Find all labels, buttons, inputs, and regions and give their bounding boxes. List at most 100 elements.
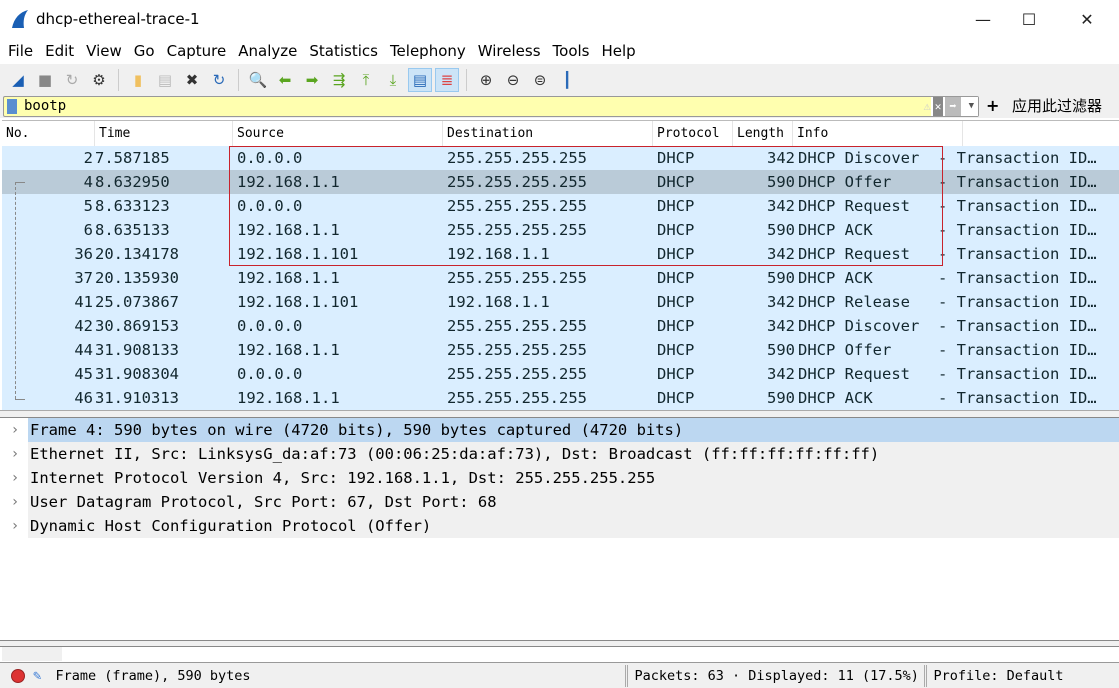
packet-info: DHCP Request - Transaction ID… bbox=[798, 365, 1097, 383]
packet-source: 192.168.1.1 bbox=[237, 389, 340, 407]
col-header-time[interactable]: Time bbox=[95, 121, 233, 146]
menu-wireless[interactable]: Wireless bbox=[472, 42, 547, 60]
packet-row[interactable]: 42 30.869153 0.0.0.0 255.255.255.255 DHCP 342… bbox=[2, 314, 1119, 338]
stop-icon[interactable]: ■ bbox=[33, 68, 57, 92]
menu-capture[interactable]: Capture bbox=[161, 42, 233, 60]
restart-icon[interactable]: ↻ bbox=[60, 68, 84, 92]
packet-protocol: DHCP bbox=[657, 269, 695, 287]
open-folder-icon[interactable]: ▮ bbox=[126, 68, 150, 92]
col-header-length[interactable]: Length bbox=[733, 121, 793, 146]
shark-fin-icon[interactable]: ◢ bbox=[6, 68, 30, 92]
packet-details: › Frame 4: 590 bytes on wire (4720 bits),… bbox=[2, 418, 1119, 640]
packet-row[interactable]: 41 25.073867 192.168.1.101 192.168.1.1 DHCP 3… bbox=[2, 290, 1119, 314]
menu-file[interactable]: File bbox=[2, 42, 39, 60]
capture-comment-icon[interactable]: ✎ bbox=[33, 668, 41, 684]
packet-destination: 255.255.255.255 bbox=[447, 317, 587, 335]
status-packets: Packets: 63 · Displayed: 11 (17.5%) bbox=[634, 667, 919, 684]
detail-tree-item[interactable]: › Frame 4: 590 bytes on wire (4720 bits),… bbox=[2, 418, 1119, 442]
options-gear-icon[interactable]: ⚙ bbox=[87, 68, 111, 92]
packet-length: 342 bbox=[767, 365, 795, 383]
detail-tree-item[interactable]: › User Datagram Protocol, Src Port: 67, D… bbox=[2, 490, 1119, 514]
packet-row[interactable]: 2 7.587185 0.0.0.0 255.255.255.255 DHCP 342 DH… bbox=[2, 146, 1119, 170]
packet-protocol: DHCP bbox=[657, 341, 695, 359]
menu-bar: File Edit View Go Capture Analyze Statistics Te… bbox=[0, 38, 1119, 64]
menu-analyze[interactable]: Analyze bbox=[232, 42, 303, 60]
expand-chevron-icon[interactable]: › bbox=[2, 442, 28, 466]
back-arrow-icon[interactable]: ⬅ bbox=[273, 68, 297, 92]
expert-info-icon[interactable] bbox=[11, 668, 25, 683]
col-header-no[interactable]: No. bbox=[2, 121, 95, 146]
packet-length: 590 bbox=[767, 221, 795, 239]
menu-go[interactable]: Go bbox=[128, 42, 161, 60]
menu-statistics[interactable]: Statistics bbox=[303, 42, 384, 60]
packet-row[interactable]: 6 8.635133 192.168.1.1 255.255.255.255 DHCP 5… bbox=[2, 218, 1119, 242]
packet-source: 192.168.1.101 bbox=[237, 245, 359, 263]
col-header-info[interactable]: Info bbox=[793, 121, 963, 146]
packet-row[interactable]: 37 20.135930 192.168.1.1 255.255.255.255 DHC… bbox=[2, 266, 1119, 290]
packet-row[interactable]: 45 31.908304 0.0.0.0 255.255.255.255 DHCP 342… bbox=[2, 362, 1119, 386]
menu-telephony[interactable]: Telephony bbox=[384, 42, 472, 60]
expand-chevron-icon[interactable]: › bbox=[2, 514, 28, 538]
apply-arrow-icon[interactable]: ➡ bbox=[945, 97, 961, 116]
display-filter-input[interactable]: bootp ⚠ ✕ ➡ ▼ bbox=[3, 96, 979, 117]
packet-row[interactable]: 5 8.633123 0.0.0.0 255.255.255.255 DHCP 342 DH… bbox=[2, 194, 1119, 218]
zoom-out-icon[interactable]: ⊖ bbox=[501, 68, 525, 92]
pane-splitter[interactable] bbox=[0, 640, 1119, 647]
packet-time: 30.869153 bbox=[95, 317, 179, 335]
toolbar-separator bbox=[466, 68, 467, 91]
conversation-tree-line bbox=[15, 182, 25, 183]
packet-protocol: DHCP bbox=[657, 197, 695, 215]
menu-help[interactable]: Help bbox=[595, 42, 641, 60]
packet-protocol: DHCP bbox=[657, 365, 695, 383]
first-packet-icon[interactable]: ⤒ bbox=[354, 68, 378, 92]
packet-row[interactable]: 36 20.134178 192.168.1.101 192.168.1.1 DHCP 3… bbox=[2, 242, 1119, 266]
expand-chevron-icon[interactable]: › bbox=[2, 490, 28, 514]
status-profile[interactable]: Profile: Default bbox=[933, 668, 1063, 684]
expand-chevron-icon[interactable]: › bbox=[2, 466, 28, 490]
maximize-button[interactable]: ☐ bbox=[1006, 0, 1052, 38]
go-to-packet-icon[interactable]: ⇶ bbox=[327, 68, 351, 92]
reload-icon[interactable]: ↻ bbox=[207, 68, 231, 92]
packet-list-header: No. Time Source Destination Protocol Len… bbox=[2, 121, 1119, 146]
packet-row[interactable]: 46 31.910313 192.168.1.1 255.255.255.255 DHC… bbox=[2, 386, 1119, 410]
toolbar-separator bbox=[238, 68, 239, 91]
packet-destination: 255.255.255.255 bbox=[447, 173, 587, 191]
autoscroll-icon[interactable]: ▤ bbox=[408, 67, 432, 92]
add-filter-button[interactable]: + bbox=[986, 95, 999, 117]
detail-tree-item[interactable]: › Internet Protocol Version 4, Src: 192.1… bbox=[2, 466, 1119, 490]
packet-source: 192.168.1.1 bbox=[237, 341, 340, 359]
forward-arrow-icon[interactable]: ➡ bbox=[300, 68, 324, 92]
pane-splitter[interactable] bbox=[0, 410, 1119, 418]
packet-row[interactable]: 4 8.632950 192.168.1.1 255.255.255.255 DHCP 5… bbox=[2, 170, 1119, 194]
bookmark-icon[interactable] bbox=[7, 99, 17, 114]
apply-filter-button[interactable]: 应用此过滤器 bbox=[1012, 95, 1102, 118]
expand-chevron-icon[interactable]: › bbox=[2, 418, 28, 442]
detail-tree-item[interactable]: › Dynamic Host Configuration Protocol (Of… bbox=[2, 514, 1119, 538]
menu-view[interactable]: View bbox=[80, 42, 128, 60]
col-header-protocol[interactable]: Protocol bbox=[653, 121, 733, 146]
col-header-source[interactable]: Source bbox=[233, 121, 443, 146]
file-icon[interactable]: ▤ bbox=[153, 68, 177, 92]
minimize-button[interactable]: — bbox=[960, 0, 1006, 38]
packet-length: 342 bbox=[767, 293, 795, 311]
close-button[interactable]: ✕ bbox=[1064, 0, 1110, 38]
packet-info: DHCP Offer - Transaction ID… bbox=[798, 173, 1097, 191]
find-icon[interactable]: 🔍 bbox=[246, 68, 270, 92]
packet-source: 0.0.0.0 bbox=[237, 317, 303, 335]
detail-tree-item[interactable]: › Ethernet II, Src: LinksysG_da:af:73 (00… bbox=[2, 442, 1119, 466]
zoom-normal-icon[interactable]: ⊜ bbox=[528, 68, 552, 92]
zoom-in-icon[interactable]: ⊕ bbox=[474, 68, 498, 92]
packet-length: 590 bbox=[767, 269, 795, 287]
clear-filter-icon[interactable]: ✕ bbox=[932, 97, 944, 116]
packet-row[interactable]: 44 31.908133 192.168.1.1 255.255.255.255 DHC… bbox=[2, 338, 1119, 362]
packet-time: 25.073867 bbox=[95, 293, 179, 311]
colorize-icon[interactable]: ≣ bbox=[435, 67, 459, 92]
menu-tools[interactable]: Tools bbox=[547, 42, 596, 60]
col-header-destination[interactable]: Destination bbox=[443, 121, 653, 146]
last-packet-icon[interactable]: ⤓ bbox=[381, 68, 405, 92]
history-dropdown-icon[interactable]: ▼ bbox=[969, 97, 974, 116]
close-file-icon[interactable]: ✖ bbox=[180, 68, 204, 92]
menu-edit[interactable]: Edit bbox=[39, 42, 80, 60]
packet-destination: 255.255.255.255 bbox=[447, 197, 587, 215]
resize-columns-icon[interactable]: ┃ bbox=[555, 68, 579, 92]
